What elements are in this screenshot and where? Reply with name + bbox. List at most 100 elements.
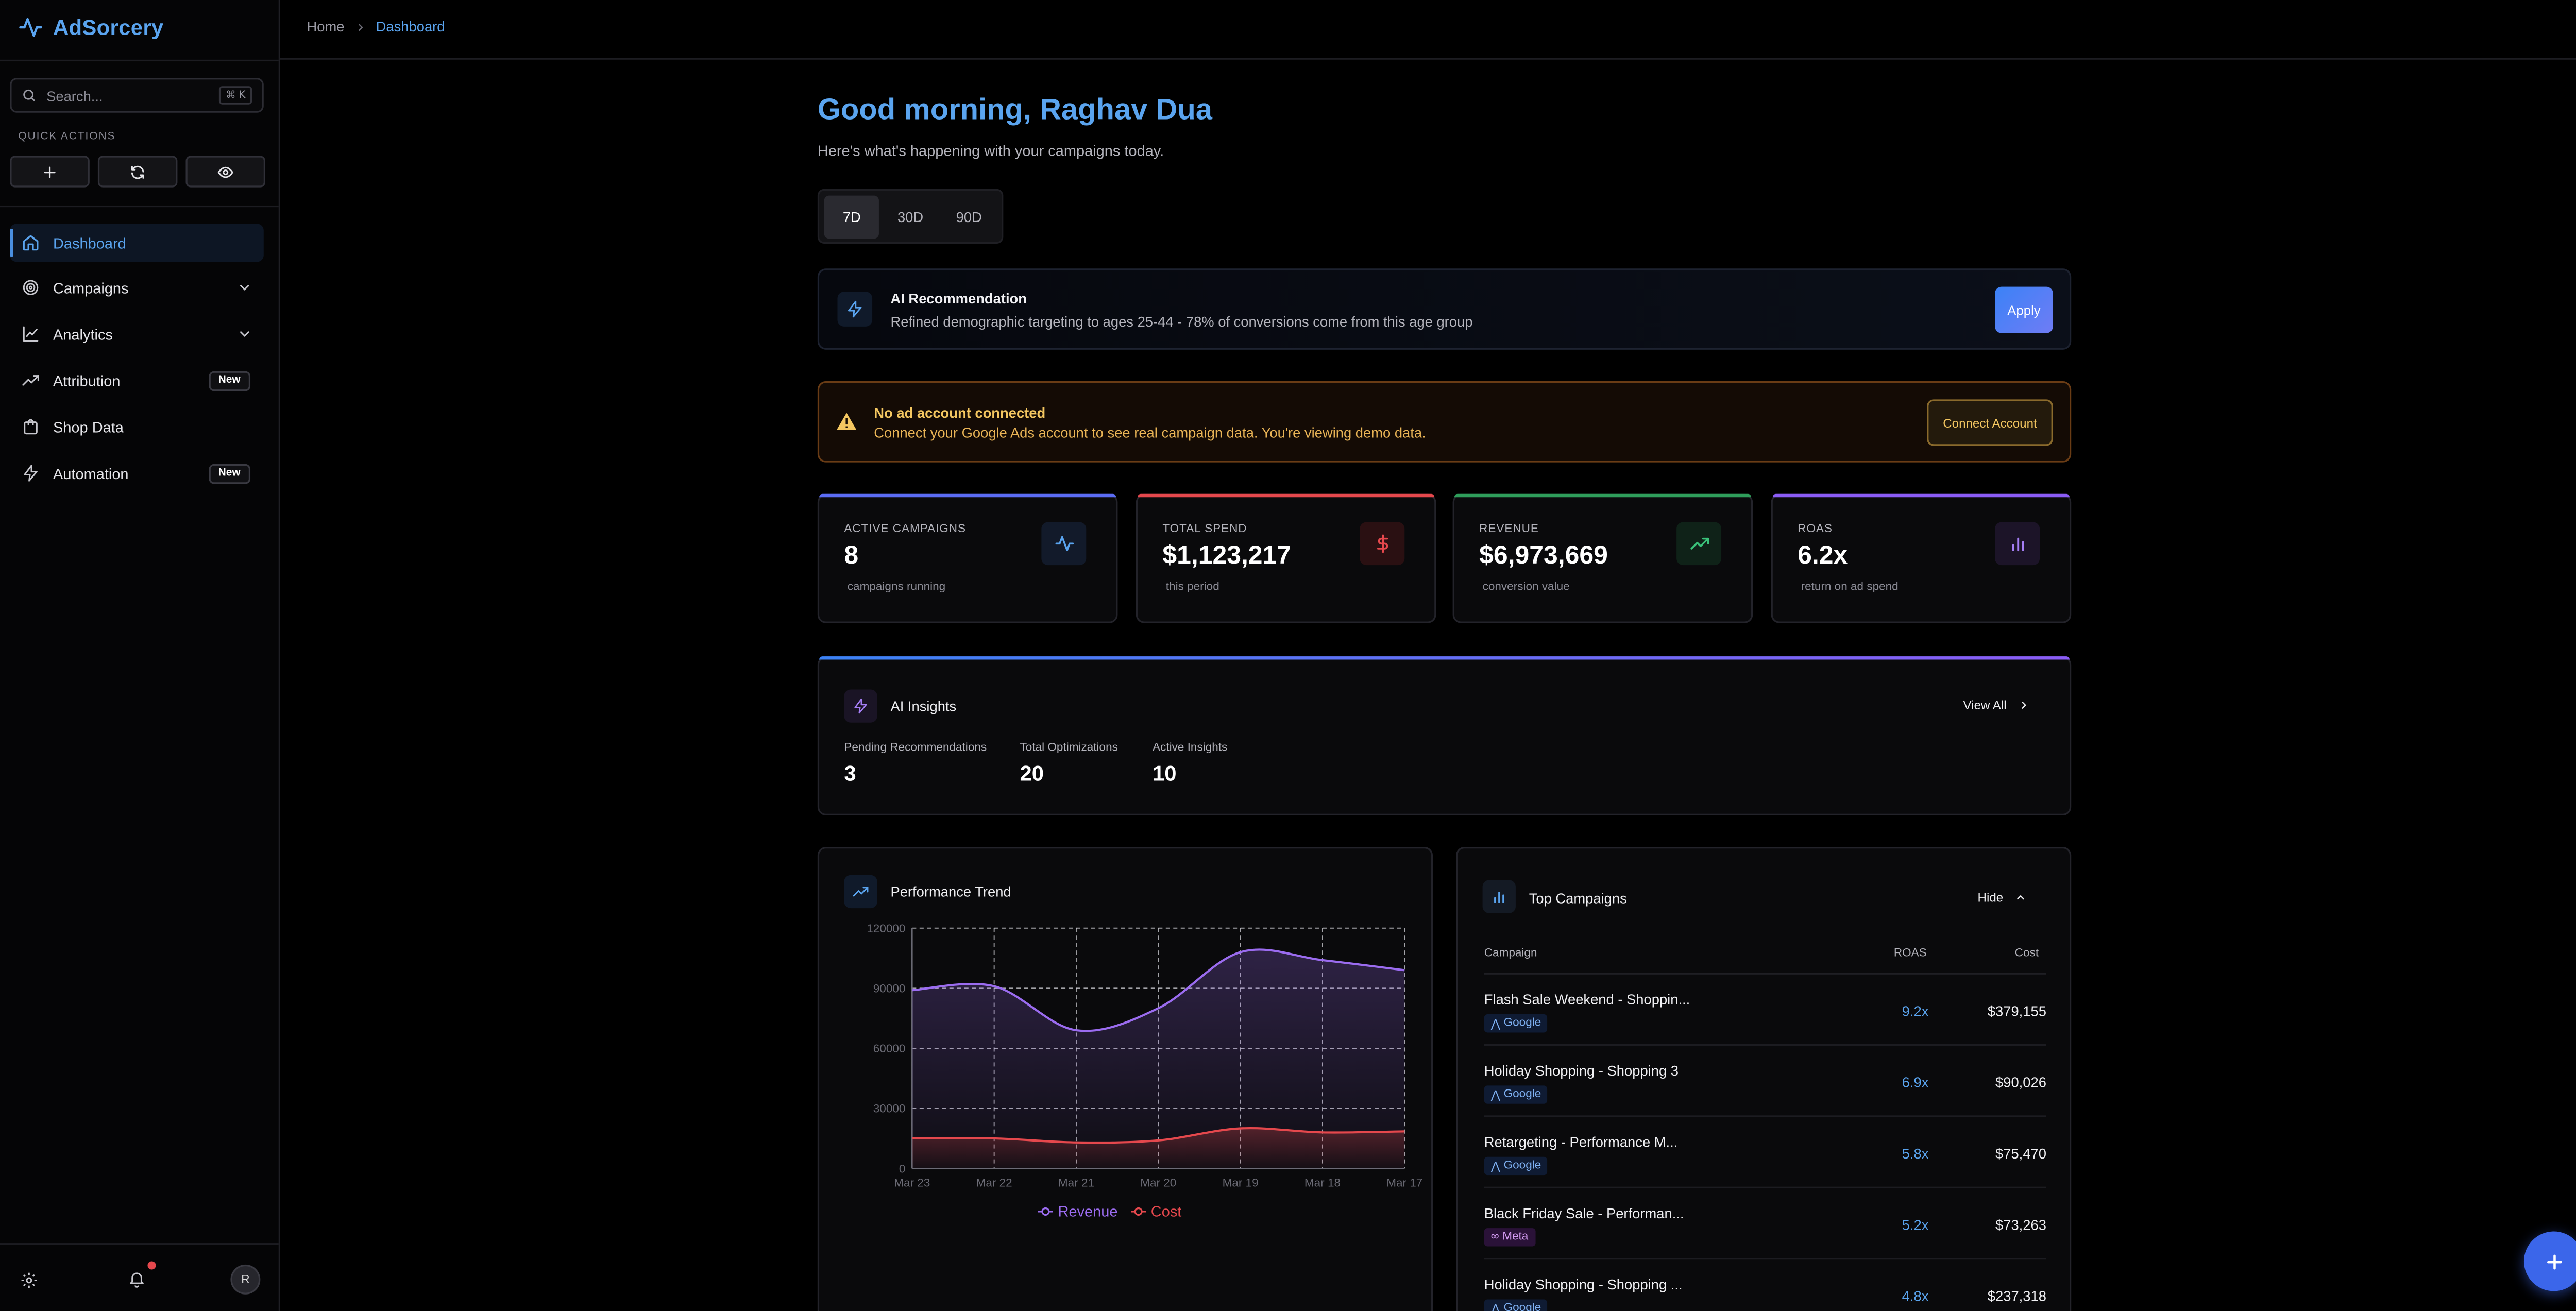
sidebar-item-attribution[interactable]: Attribution New (10, 361, 263, 399)
legend-label-cost: Cost (1151, 1204, 1182, 1220)
google-ads-icon: ⋀ (1490, 1089, 1501, 1101)
shopping-bag-icon (24, 419, 38, 435)
refresh-button[interactable] (97, 156, 178, 188)
notification-dot (147, 1261, 156, 1270)
sidebar-item-label: Campaigns (53, 279, 129, 296)
table-row[interactable]: Holiday Shopping - Shopping 3 ⋀ Google 6.… (1484, 1046, 2046, 1117)
chevron-right-icon (2022, 702, 2027, 709)
breadcrumb-home[interactable]: Home (307, 18, 344, 35)
refresh-icon (131, 165, 144, 178)
campaign-name: Retargeting - Performance M... (1484, 1133, 1678, 1150)
ai-recommendation-banner: AI Recommendation Refined demographic ta… (817, 268, 2072, 350)
accent-line (1454, 493, 1751, 498)
chevron-down-icon (240, 285, 249, 291)
stat-value: $1,123,217 (1162, 542, 1292, 570)
search-placeholder: Search... (46, 87, 103, 104)
campaign-name: Flash Sale Weekend - Shoppin... (1484, 991, 1690, 1008)
metric-value: 10 (1153, 760, 1177, 786)
column-header-cost[interactable]: Cost (2015, 948, 2039, 960)
hide-button[interactable]: Hide (1978, 890, 2027, 905)
divider (0, 59, 279, 62)
campaign-name: Holiday Shopping - Shopping 3 (1484, 1062, 1679, 1079)
campaign-roas: 5.2x (1902, 1216, 1929, 1233)
platform-label: Meta (1502, 1231, 1529, 1244)
legend-marker-dot (1041, 1207, 1050, 1216)
gear-icon[interactable] (20, 1271, 38, 1289)
stat-label: REVENUE (1479, 523, 1539, 536)
sidebar-item-automation[interactable]: Automation New (10, 454, 263, 492)
accent-line (1772, 493, 2070, 498)
bar-chart-icon (1494, 891, 1504, 903)
x-tick-label: Mar 22 (976, 1177, 1012, 1189)
tab-7d[interactable]: 7D (824, 195, 879, 238)
connect-account-button[interactable]: Connect Account (1927, 399, 2053, 446)
performance-chart: 0 30000 60000 90000 120000 Mar 23 Mar 22 Mar 21… (867, 922, 1422, 1220)
table-row[interactable]: Holiday Shopping - Shopping ... ⋀ Google … (1484, 1259, 2046, 1311)
floating-add-button[interactable] (2523, 1231, 2576, 1291)
table-row[interactable]: Black Friday Sale - Performan... ∞ Meta 5… (1484, 1188, 2046, 1260)
campaign-roas: 6.9x (1902, 1074, 1929, 1091)
accent-line (819, 656, 2070, 660)
search-input[interactable]: Search... ⌘ K (10, 78, 264, 113)
table-row[interactable]: Flash Sale Weekend - Shoppin... ⋀ Google … (1484, 975, 2046, 1046)
campaign-cost: $73,263 (1995, 1216, 2046, 1233)
page-title: Good morning, Raghav Dua (817, 93, 1212, 126)
divider (0, 205, 279, 208)
campaign-roas: 4.8x (1902, 1287, 1929, 1305)
metric-total-optimizations: Total Optimizations 20 (1020, 742, 1118, 786)
table-row[interactable]: Retargeting - Performance M... ⋀ Google 5… (1484, 1117, 2046, 1188)
y-tick-label: 90000 (873, 982, 906, 995)
brand-logo[interactable]: AdSorcery (18, 13, 163, 42)
google-ads-icon: ⋀ (1490, 1303, 1501, 1311)
platform-badge: ⋀ Google (1484, 1299, 1548, 1311)
view-all-button[interactable]: View All (1963, 698, 2030, 712)
legend-label-revenue: Revenue (1058, 1204, 1118, 1220)
trending-up-icon (1689, 537, 1708, 550)
metric-label: Total Optimizations (1020, 742, 1118, 754)
campaign-cost: $379,155 (1987, 1002, 2046, 1019)
add-button[interactable] (10, 156, 90, 188)
column-header-campaign[interactable]: Campaign (1484, 948, 1537, 960)
sidebar-item-analytics[interactable]: Analytics (10, 315, 263, 353)
metric-active-insights: Active Insights 10 (1153, 742, 1227, 786)
sidebar-item-shop-data[interactable]: Shop Data (10, 407, 263, 446)
plus-icon (2546, 1253, 2562, 1269)
x-tick-label: Mar 21 (1058, 1177, 1094, 1189)
metric-label: Pending Recommendations (844, 742, 987, 754)
sidebar-item-dashboard[interactable]: Dashboard (10, 224, 264, 262)
pulse-icon-box (1041, 522, 1087, 566)
sidebar: AdSorcery Search... ⌘ K QUICK ACTIONS Da… (0, 0, 280, 1311)
bell-icon[interactable] (128, 1270, 146, 1288)
trending-up-icon-box (1676, 522, 1722, 566)
lightning-icon-box (844, 689, 877, 723)
metric-pending-recommendations: Pending Recommendations 3 (844, 742, 987, 786)
campaign-cost: $90,026 (1995, 1074, 2046, 1091)
platform-label: Google (1503, 1160, 1541, 1172)
brand-name: AdSorcery (53, 14, 164, 40)
avatar[interactable]: R (230, 1264, 261, 1295)
lightning-icon (854, 698, 867, 714)
eye-icon (217, 166, 233, 177)
stat-sub: return on ad spend (1801, 582, 1899, 593)
accent-line (1138, 493, 1435, 498)
trending-up-icon (22, 375, 39, 386)
campaign-cost: $75,470 (1995, 1145, 2046, 1162)
sidebar-item-campaigns[interactable]: Campaigns (10, 268, 263, 307)
platform-label: Google (1503, 1088, 1541, 1101)
x-tick-label: Mar 23 (894, 1177, 930, 1189)
campaign-roas: 9.2x (1902, 1002, 1929, 1019)
google-ads-icon: ⋀ (1490, 1161, 1501, 1173)
warning-title: No ad account connected (874, 404, 1046, 421)
stat-sub: campaigns running (847, 582, 946, 593)
x-tick-label: Mar 20 (1140, 1177, 1176, 1189)
stat-label: ROAS (1798, 523, 1833, 536)
tab-30d[interactable]: 30D (883, 195, 938, 238)
preview-button[interactable] (185, 156, 265, 188)
chevron-up-icon (2017, 895, 2024, 900)
new-badge: New (208, 463, 251, 483)
metric-value: 20 (1020, 760, 1044, 786)
card-title: Top Campaigns (1529, 890, 1627, 907)
tab-90d[interactable]: 90D (941, 195, 996, 238)
column-header-roas[interactable]: ROAS (1894, 948, 1927, 960)
apply-button[interactable]: Apply (1995, 286, 2053, 333)
